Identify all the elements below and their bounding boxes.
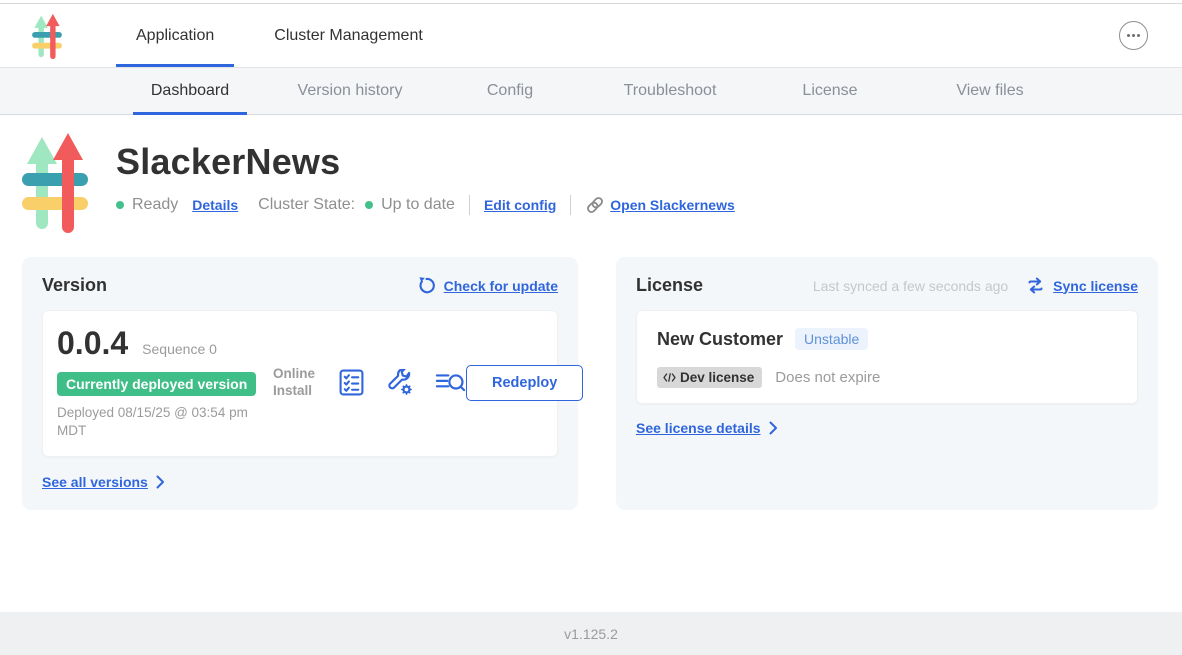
open-slackernews-link[interactable]: Open Slackernews [585,195,735,215]
tab-application-label: Application [136,27,214,45]
license-card-header: License Last synced a few seconds ago Sy… [636,275,1138,296]
app-title-section: SlackerNews Ready Details Cluster State:… [22,127,1158,233]
more-options-button[interactable] [1119,21,1148,50]
redeploy-button[interactable]: Redeploy [466,365,583,401]
version-action-icons [339,369,466,396]
app-status-text: Ready [132,196,178,214]
tab-config[interactable]: Config [430,68,590,114]
sequence-label: Sequence 0 [142,341,217,357]
see-license-details[interactable]: See license details [636,420,1138,436]
top-header: Application Cluster Management [0,4,1182,67]
edit-config-link[interactable]: Edit config [484,197,556,213]
sync-license-link[interactable]: Sync license [1053,278,1138,294]
tab-application[interactable]: Application [106,4,244,67]
license-type-tag: Dev license [657,367,762,388]
app-subnav: Dashboard Version history Config Trouble… [0,67,1182,115]
divider [469,195,470,215]
license-card-title: License [636,275,703,296]
code-icon [663,373,676,382]
header-tabs: Application Cluster Management [106,4,453,67]
license-panel: New Customer Unstable Dev license Does n… [636,310,1138,404]
view-logs-icon[interactable] [435,370,466,395]
more-options-icon [1127,34,1130,37]
license-expiration: Does not expire [775,369,880,386]
see-license-details-link[interactable]: See license details [636,420,761,436]
tab-dashboard[interactable]: Dashboard [110,68,270,114]
version-card-header: Version Check for update [42,275,558,296]
chevron-right-icon [156,475,165,489]
dashboard-cards: Version Check for update 0.0.4 Sequ [22,257,1158,510]
version-card: Version Check for update 0.0.4 Sequ [22,257,578,510]
tab-view-files[interactable]: View files [910,68,1070,114]
deployed-timestamp: Deployed 08/15/25 @ 03:54 pm MDT [57,404,262,440]
current-version-panel: 0.0.4 Sequence 0 Currently deployed vers… [42,310,558,457]
sync-icon [1026,277,1045,294]
link-icon [585,195,605,215]
edit-config-icon[interactable] [386,369,413,396]
divider [570,195,571,215]
chevron-right-icon [769,421,778,435]
details-link[interactable]: Details [192,197,238,213]
deployed-status-badge: Currently deployed version [57,372,256,396]
page-title: SlackerNews [116,141,735,183]
cluster-state-text: Up to date [381,196,455,214]
customer-name: New Customer [657,329,783,350]
preflight-checks-icon[interactable] [339,369,364,396]
console-version: v1.125.2 [564,626,618,642]
see-all-versions-link[interactable]: See all versions [42,474,148,490]
version-info: 0.0.4 Sequence 0 Currently deployed vers… [57,325,269,440]
slackernews-app-logo [22,131,88,233]
tab-version-history[interactable]: Version history [270,68,430,114]
title-block: SlackerNews Ready Details Cluster State:… [116,127,735,215]
version-card-title: Version [42,275,107,296]
version-number: 0.0.4 [57,325,128,362]
tab-troubleshoot[interactable]: Troubleshoot [590,68,750,114]
check-for-update-link[interactable]: Check for update [444,278,558,294]
cluster-state-label: Cluster State: [258,196,355,214]
cluster-status-dot [365,201,373,209]
tab-cluster-management[interactable]: Cluster Management [244,4,453,67]
slackernews-logo-icon [30,13,64,59]
navbar-logo[interactable] [0,4,78,67]
footer: v1.125.2 [0,612,1182,655]
see-all-versions[interactable]: See all versions [42,474,558,490]
main-content: SlackerNews Ready Details Cluster State:… [0,115,1182,612]
tab-cluster-management-label: Cluster Management [274,27,423,45]
install-type-label: Online Install [273,366,323,400]
license-card: License Last synced a few seconds ago Sy… [616,257,1158,510]
last-synced-text: Last synced a few seconds ago [813,278,1008,294]
app-status-dot [116,201,124,209]
channel-badge: Unstable [795,328,868,350]
header-right [1119,4,1182,67]
status-row: Ready Details Cluster State: Up to date … [116,195,735,215]
refresh-icon [417,276,436,295]
tab-license[interactable]: License [750,68,910,114]
